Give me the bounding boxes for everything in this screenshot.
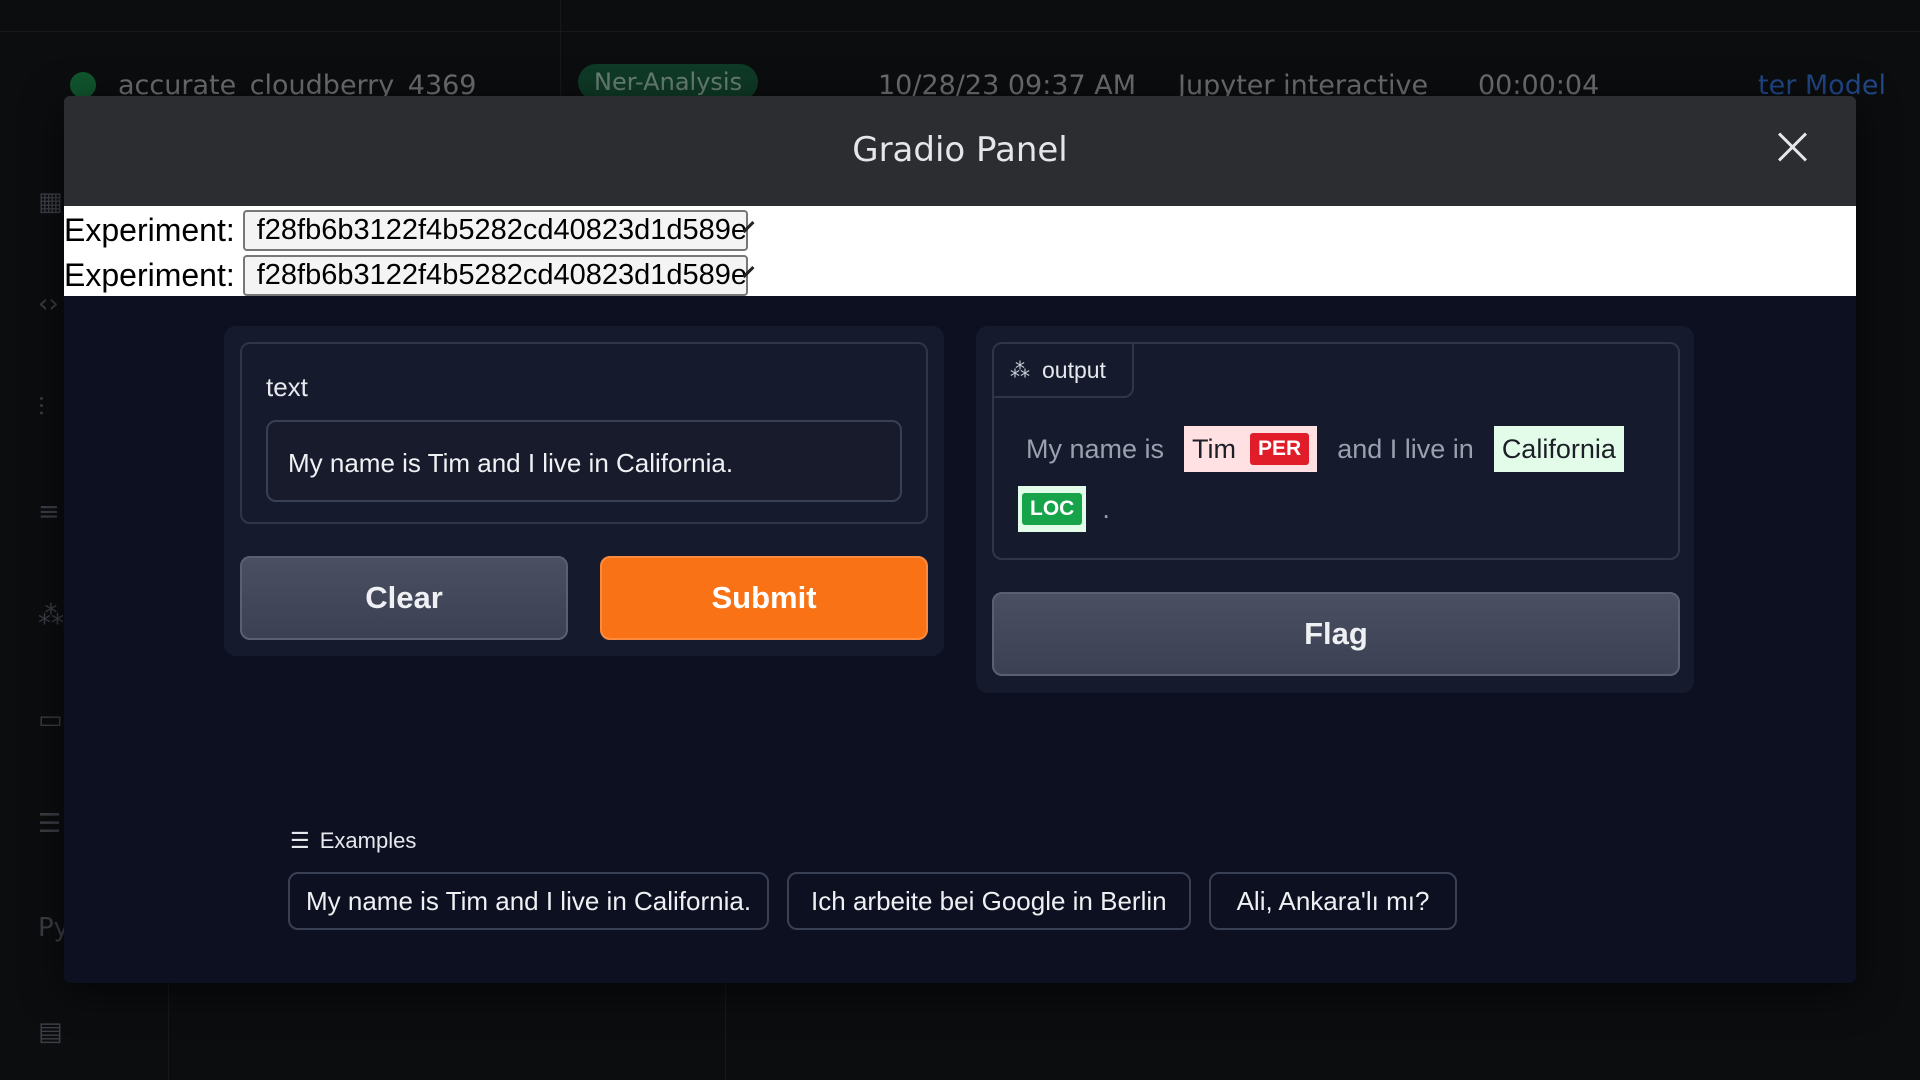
experiment-value: f28fb6b3122f4b5282cd40823d1d589e: [256, 259, 748, 291]
output-text-line: My name is Tim PER and I live in Califor…: [1026, 426, 1624, 472]
submit-button[interactable]: Submit: [600, 556, 928, 640]
experiment-selectors: Experiment: f28fb6b3122f4b5282cd40823d1d…: [64, 206, 1856, 296]
plain-text: .: [1102, 493, 1110, 524]
output-block: ⁂ output My name is Tim PER and I live i…: [992, 342, 1680, 560]
input-column: text My name is Tim and I live in Califo…: [224, 326, 944, 656]
entity-per: Tim PER: [1184, 426, 1318, 472]
clear-button[interactable]: Clear: [240, 556, 568, 640]
entity-text: California: [1501, 433, 1616, 464]
flag-button[interactable]: Flag: [992, 592, 1680, 676]
experiment-row: Experiment: f28fb6b3122f4b5282cd40823d1d…: [64, 253, 1856, 298]
gradio-app: text My name is Tim and I live in Califo…: [224, 326, 1694, 930]
output-label: output: [1042, 356, 1106, 383]
experiment-value: f28fb6b3122f4b5282cd40823d1d589e: [256, 214, 748, 246]
plain-text: My name is: [1026, 433, 1165, 464]
entity-text: Tim: [1192, 433, 1237, 464]
examples-list: My name is Tim and I live in California.…: [288, 872, 1458, 930]
example-item[interactable]: Ali, Ankara'lı mı?: [1208, 872, 1458, 930]
text-input-block: text My name is Tim and I live in Califo…: [240, 342, 928, 524]
experiment-select[interactable]: f28fb6b3122f4b5282cd40823d1d589e: [242, 255, 755, 296]
entity-loc-label: LOC: [1018, 486, 1087, 532]
entity-loc: California: [1493, 426, 1624, 472]
input-label: text: [266, 372, 308, 402]
plain-text: and I live in: [1337, 433, 1474, 464]
close-icon[interactable]: [1772, 126, 1812, 166]
experiment-label: Experiment:: [64, 257, 235, 293]
output-tab: ⁂ output: [994, 344, 1134, 398]
loc-badge: LOC: [1022, 493, 1083, 525]
experiment-row: Experiment: f28fb6b3122f4b5282cd40823d1d…: [64, 208, 1856, 253]
examples-header: ☰ Examples: [290, 828, 416, 854]
modal-header: Gradio Panel: [64, 96, 1856, 206]
experiment-select[interactable]: f28fb6b3122f4b5282cd40823d1d589e: [242, 210, 755, 251]
text-input[interactable]: My name is Tim and I live in California.: [266, 420, 902, 502]
example-item[interactable]: My name is Tim and I live in California.: [288, 872, 770, 930]
gradio-modal: Gradio Panel Experiment: f28fb6b3122f4b5…: [64, 96, 1856, 983]
experiment-label: Experiment:: [64, 212, 235, 248]
example-item[interactable]: Ich arbeite bei Google in Berlin: [787, 872, 1191, 930]
list-icon: ☰: [290, 828, 310, 853]
modal-title: Gradio Panel: [852, 130, 1068, 170]
highlight-text-icon: ⁂: [1010, 359, 1030, 382]
per-badge: PER: [1250, 433, 1310, 465]
examples-label: Examples: [319, 828, 417, 853]
output-text-line: LOC .: [1018, 486, 1110, 532]
